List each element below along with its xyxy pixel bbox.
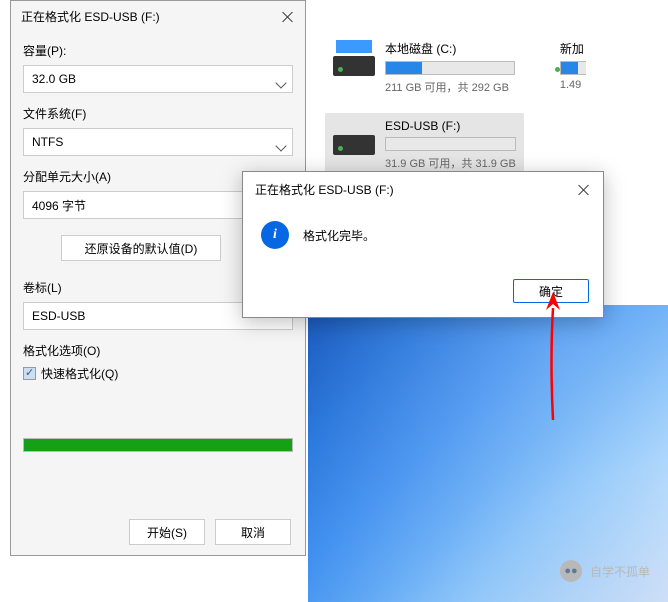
drive-usage-text: 31.9 GB 可用，共 31.9 GB [385,155,516,171]
message-dialog: 正在格式化 ESD-USB (F:) i 格式化完毕。 确定 [242,171,604,318]
restore-defaults-button[interactable]: 还原设备的默认值(D) [61,235,221,261]
drive-item-c[interactable]: 本地磁盘 (C:) 211 GB 可用，共 292 GB [325,34,524,105]
drive-item-new[interactable]: 新加 1.49 [542,34,586,181]
watermark: ●● 自学不孤单 [560,560,650,582]
format-progress-bar [23,438,293,452]
start-button[interactable]: 开始(S) [129,519,205,545]
drive-icon [333,119,375,155]
message-dialog-title: 正在格式化 ESD-USB (F:) [255,181,394,198]
chevron-down-icon [277,76,285,90]
drive-usage-text: 211 GB 可用，共 292 GB [385,79,515,95]
format-options-label: 格式化选项(O) [23,342,293,359]
watermark-text: 自学不孤单 [590,563,650,580]
message-text: 格式化完毕。 [303,227,375,244]
drive-usage-bar [560,61,586,75]
drive-usage-bar [385,137,516,151]
cancel-button[interactable]: 取消 [215,519,291,545]
close-icon[interactable] [281,10,295,24]
quick-format-checkbox[interactable] [23,367,36,380]
message-dialog-titlebar: 正在格式化 ESD-USB (F:) [243,172,603,207]
desktop-wallpaper [308,305,668,602]
wechat-icon: ●● [560,560,582,582]
chevron-down-icon [277,139,285,153]
info-icon: i [261,221,289,249]
drive-usage-text: 1.49 [560,79,586,91]
capacity-value[interactable] [23,65,293,93]
capacity-select[interactable] [23,65,293,93]
format-dialog-titlebar: 正在格式化 ESD-USB (F:) [11,1,305,32]
drive-name: 新加 [560,40,586,57]
filesystem-value[interactable] [23,128,293,156]
format-dialog-title: 正在格式化 ESD-USB (F:) [21,8,160,25]
capacity-label: 容量(P): [23,42,293,59]
ok-button[interactable]: 确定 [513,279,589,303]
filesystem-select[interactable] [23,128,293,156]
drive-usage-bar [385,61,515,75]
filesystem-label: 文件系统(F) [23,105,293,122]
drive-list: 本地磁盘 (C:) 211 GB 可用，共 292 GB ESD-USB (F:… [325,34,660,181]
drive-name: ESD-USB (F:) [385,119,516,133]
drive-name: 本地磁盘 (C:) [385,40,515,57]
drive-icon [333,40,375,76]
close-icon[interactable] [577,183,591,197]
quick-format-label: 快速格式化(Q) [41,365,118,382]
